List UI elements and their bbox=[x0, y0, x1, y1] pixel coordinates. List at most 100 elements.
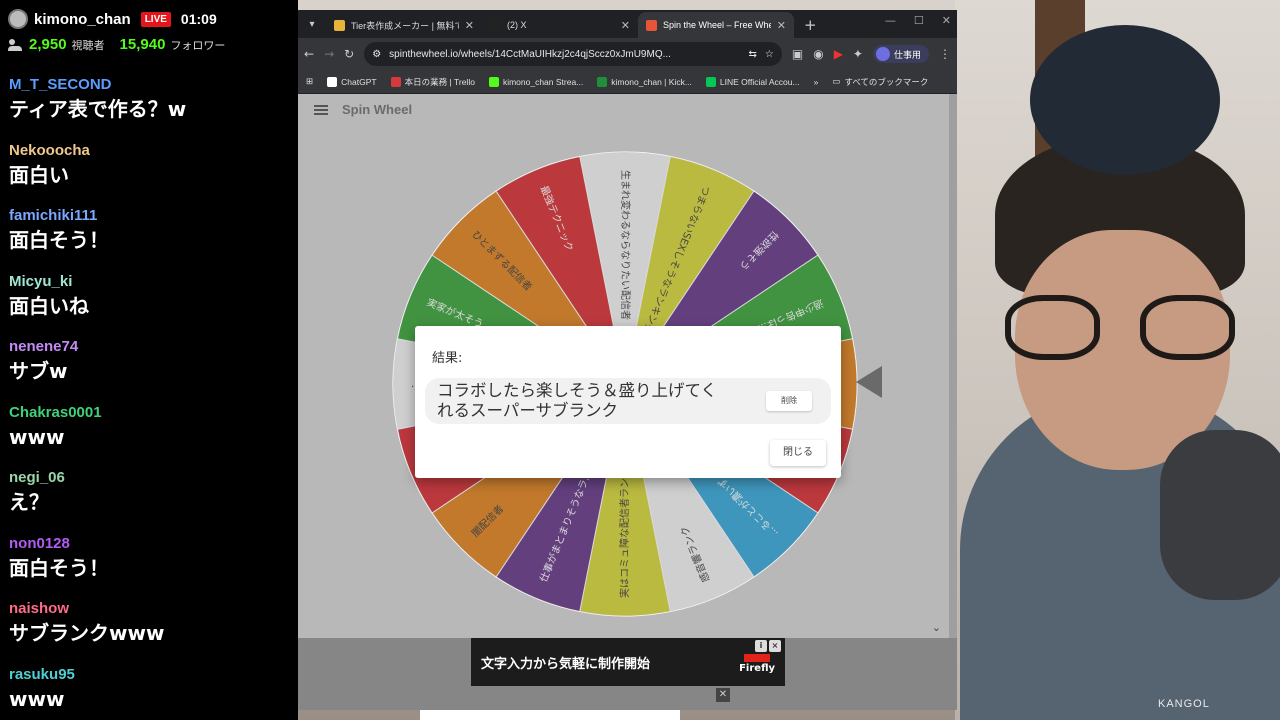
viewer-label: 視聴者 bbox=[71, 39, 105, 52]
chat-username[interactable]: Micyu_ki bbox=[9, 273, 298, 291]
chat-panel: kimono_chan LIVE 01:09 2,950 視聴者 15,940 … bbox=[0, 0, 298, 720]
wheel-pointer-icon bbox=[856, 366, 882, 398]
chat-username[interactable]: M_T_SECOND bbox=[9, 76, 298, 94]
puzzle-icon[interactable]: ✦ bbox=[853, 47, 863, 61]
back-icon[interactable]: ← bbox=[304, 47, 314, 61]
ad-banner[interactable]: 文字入力から気軽に制作開始 Firefly i × bbox=[471, 638, 785, 686]
extension-icon[interactable]: ◉ bbox=[813, 47, 823, 61]
app-logo: Spin Wheel bbox=[342, 102, 413, 117]
reload-icon[interactable]: ↻ bbox=[344, 47, 354, 61]
browser-window: ▾ Tier表作成メーカー | 無料でティ ✕ (2) X ✕ Spin the… bbox=[298, 10, 957, 710]
live-badge: LIVE bbox=[140, 11, 171, 27]
chat-message: non0128 面白そう！ bbox=[9, 535, 298, 601]
chat-username[interactable]: nenene74 bbox=[9, 338, 298, 356]
chat-username[interactable]: negi_06 bbox=[9, 469, 298, 487]
chat-message: Nekooocha 面白い bbox=[9, 142, 298, 208]
close-button[interactable]: 閉じる bbox=[770, 440, 826, 466]
bookmark-star-icon[interactable]: ☆ bbox=[765, 49, 774, 60]
chat-message: rasuku95 www bbox=[9, 666, 298, 720]
chat-username[interactable]: rasuku95 bbox=[9, 666, 298, 684]
minimize-icon[interactable]: — bbox=[885, 14, 896, 27]
tab-title: Spin the Wheel – Free Whe bbox=[663, 20, 771, 30]
ad-info: i × bbox=[755, 640, 781, 652]
chat-message: M_T_SECOND ティア表で作る？w bbox=[9, 76, 298, 142]
ad-close-icon[interactable]: ✕ bbox=[716, 688, 730, 702]
scroll-down-chevron-icon[interactable]: ⌄ bbox=[932, 621, 941, 634]
close-window-icon[interactable]: ✕ bbox=[942, 14, 951, 27]
kick-icon bbox=[597, 76, 608, 87]
tab-title: (2) X bbox=[507, 20, 527, 30]
chat-username[interactable]: famichiki111 bbox=[9, 207, 298, 225]
chat-text: ティア表で作る？w bbox=[9, 97, 187, 121]
menu-kebab-icon[interactable]: ⋮ bbox=[939, 47, 951, 61]
close-tab-icon[interactable]: ✕ bbox=[777, 19, 786, 32]
chat-username[interactable]: non0128 bbox=[9, 535, 298, 553]
page-content: Spin Wheel 生まれ変わるならなりたい配信者つまらないSEXしそうなラン… bbox=[298, 94, 957, 710]
result-modal: 結果: コラボしたら楽しそう＆盛り上げてくれるスーパーサブランク 削除 閉じる bbox=[415, 326, 841, 478]
chat-text: 面白いね bbox=[9, 293, 89, 318]
maximize-icon[interactable]: ☐ bbox=[914, 14, 924, 27]
close-tab-icon[interactable]: ✕ bbox=[465, 19, 474, 32]
result-text: コラボしたら楽しそう＆盛り上げてくれるスーパーサブランク bbox=[437, 381, 718, 420]
line-icon bbox=[705, 76, 716, 87]
chat-message: nenene74 サブw bbox=[9, 338, 298, 404]
tab-title: Tier表作成メーカー | 無料でティ bbox=[351, 20, 459, 31]
site-info-icon[interactable]: ⚙ bbox=[372, 49, 381, 60]
page-scrollbar[interactable] bbox=[949, 94, 957, 639]
window-controls: — ☐ ✕ bbox=[885, 14, 951, 27]
bookmark-label: LINE Official Accou... bbox=[719, 76, 800, 87]
ad-info-icon[interactable]: i bbox=[755, 640, 767, 652]
bookmark-item[interactable]: LINE Official Accou... bbox=[705, 76, 800, 87]
apps-grid-icon[interactable]: ⊞ bbox=[306, 76, 313, 87]
bookmark-item[interactable]: 本日の業務 | Trello bbox=[390, 76, 475, 88]
app-header: Spin Wheel bbox=[314, 102, 412, 117]
hamburger-menu-icon[interactable] bbox=[314, 104, 328, 115]
browser-toolbar: ← → ↻ ⚙ spinthewheel.io/wheels/14CctMaUI… bbox=[298, 38, 957, 70]
tab-search-icon[interactable]: ▾ bbox=[298, 10, 326, 38]
chat-message: Micyu_ki 面白いね bbox=[9, 273, 298, 339]
stream-header: kimono_chan LIVE 01:09 2,950 視聴者 15,940 … bbox=[0, 0, 298, 62]
all-bookmarks-folder[interactable]: ▭ すべてのブックマーク bbox=[832, 76, 928, 88]
chat-username[interactable]: naishow bbox=[9, 600, 298, 618]
address-bar[interactable]: ⚙ spinthewheel.io/wheels/14CctMaUIHkzj2c… bbox=[364, 42, 782, 66]
profile-name: 仕事用 bbox=[893, 50, 921, 61]
viewers-icon bbox=[8, 38, 24, 51]
chat-username[interactable]: Nekooocha bbox=[9, 142, 298, 160]
bookmarks-more-icon[interactable]: » bbox=[814, 77, 819, 87]
tab-x[interactable]: (2) X ✕ bbox=[482, 12, 638, 38]
bookmark-label: ChatGPT bbox=[341, 76, 377, 87]
channel-avatar bbox=[8, 9, 28, 29]
close-tab-icon[interactable]: ✕ bbox=[621, 19, 630, 32]
bookmark-item[interactable]: kimono_chan Strea... bbox=[488, 76, 583, 87]
tab-spin-the-wheel[interactable]: Spin the Wheel – Free Whe ✕ bbox=[638, 12, 794, 38]
chat-text: www bbox=[9, 686, 65, 711]
bookmark-label: すべてのブックマーク bbox=[844, 76, 929, 87]
chat-message: negi_06 え？ bbox=[9, 469, 298, 535]
ad-close-small-icon[interactable]: × bbox=[769, 640, 781, 652]
result-box: コラボしたら楽しそう＆盛り上げてくれるスーパーサブランク 削除 bbox=[425, 378, 831, 424]
bookmark-item[interactable]: ChatGPT bbox=[327, 76, 377, 87]
bookmark-label: 本日の業務 | Trello bbox=[404, 76, 475, 87]
extension-icon[interactable]: ▶ bbox=[834, 47, 843, 61]
profile-button[interactable]: 仕事用 bbox=[872, 45, 929, 63]
chat-username[interactable]: Chakras0001 bbox=[9, 404, 298, 422]
kick-icon bbox=[488, 76, 499, 87]
extension-icon[interactable]: ▣ bbox=[792, 47, 803, 61]
channel-name: kimono_chan bbox=[34, 10, 131, 28]
remove-entry-button[interactable]: 削除 bbox=[766, 391, 812, 411]
bookmark-item[interactable]: kimono_chan | Kick... bbox=[597, 76, 692, 87]
profile-avatar bbox=[875, 47, 890, 61]
new-tab-icon[interactable]: + bbox=[794, 12, 827, 38]
forward-icon[interactable]: → bbox=[324, 47, 334, 61]
tab-bar: ▾ Tier表作成メーカー | 無料でティ ✕ (2) X ✕ Spin the… bbox=[298, 10, 957, 38]
translate-icon[interactable]: ⇆ bbox=[749, 49, 757, 60]
tab-tier-maker[interactable]: Tier表作成メーカー | 無料でティ ✕ bbox=[326, 12, 482, 38]
chat-text: 面白そう！ bbox=[9, 228, 109, 252]
chat-text: え？ bbox=[9, 490, 49, 514]
chat-text: サブランクwww bbox=[9, 621, 165, 645]
elapsed-time: 01:09 bbox=[180, 11, 217, 27]
chatgpt-icon bbox=[327, 76, 338, 87]
folder-icon: ▭ bbox=[832, 76, 841, 86]
ad-text: 文字入力から気軽に制作開始 bbox=[481, 656, 651, 672]
bookmark-label: kimono_chan | Kick... bbox=[611, 76, 692, 87]
